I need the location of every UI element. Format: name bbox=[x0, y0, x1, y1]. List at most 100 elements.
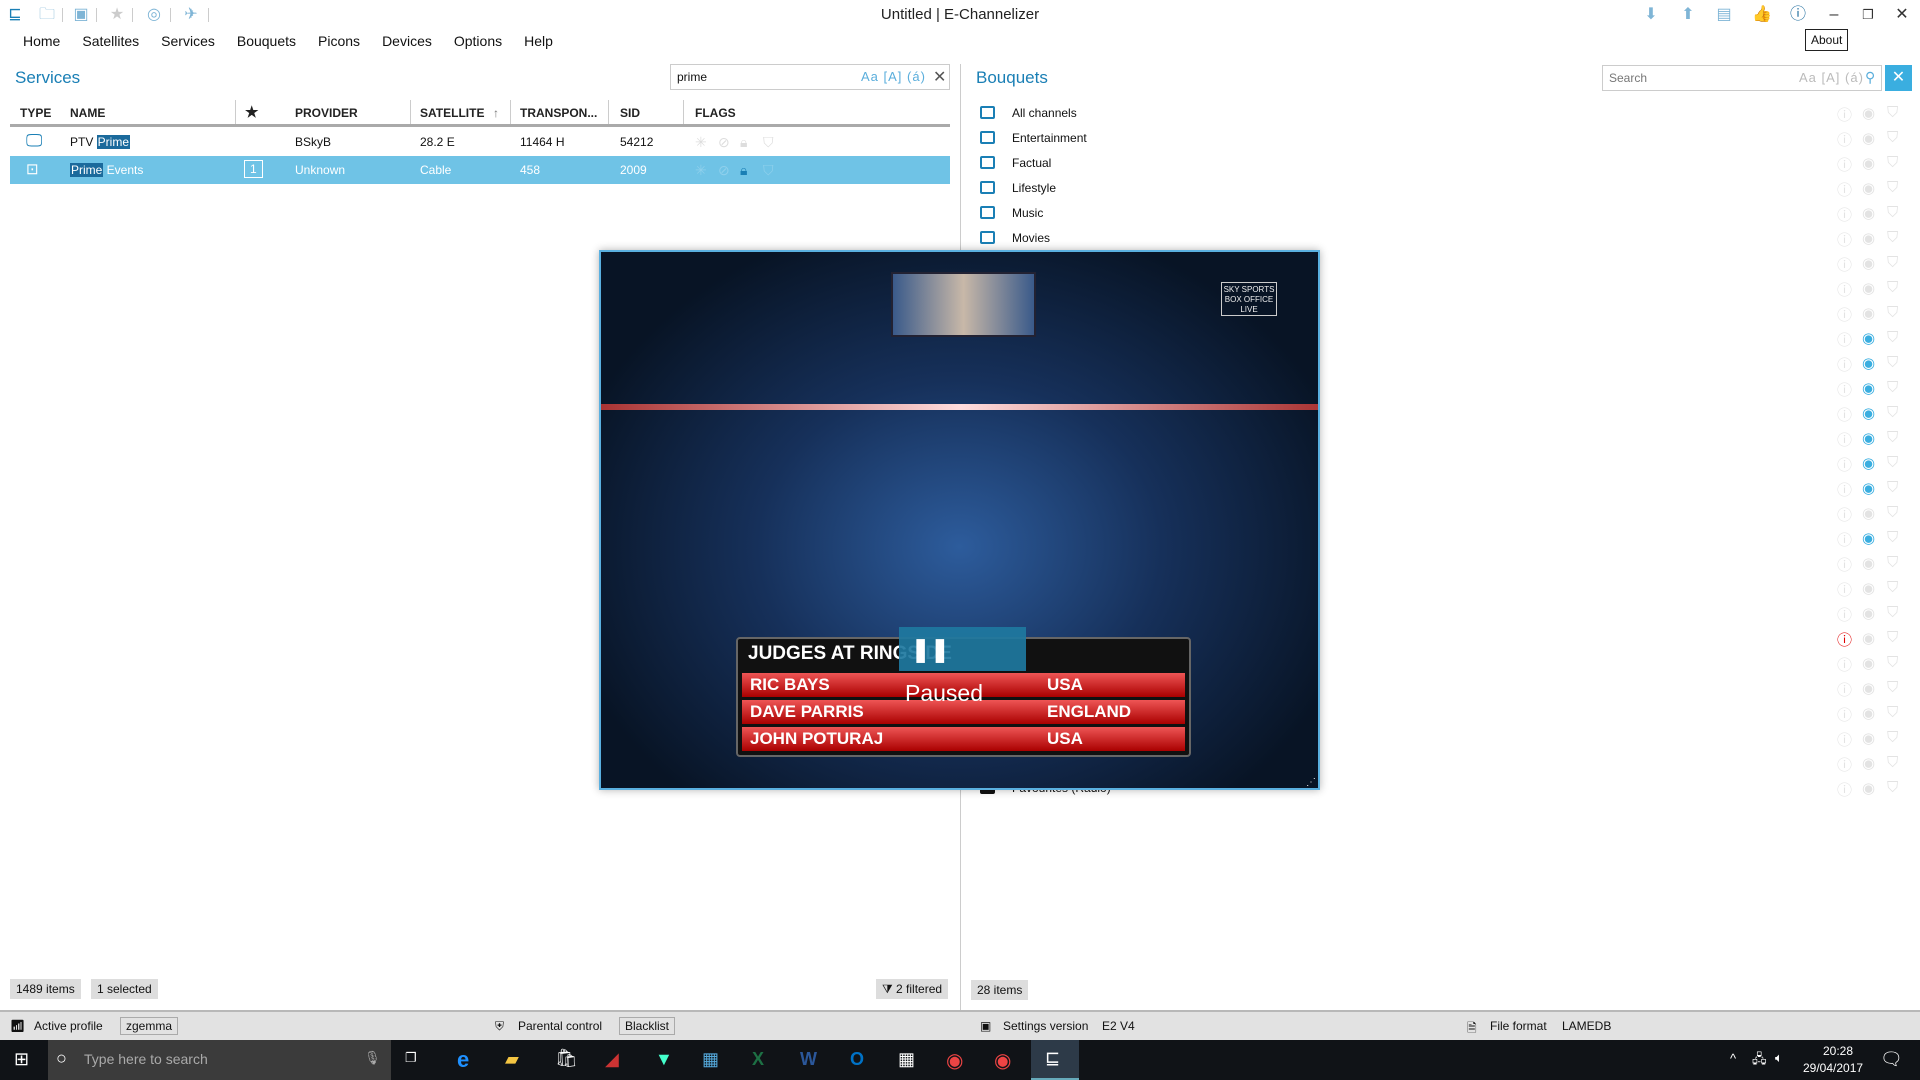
shield-icon[interactable]: ⛉ bbox=[1887, 204, 1898, 221]
paused-indicator[interactable]: ❚❚ Paused bbox=[899, 627, 1026, 706]
warning-icon[interactable]: ⓘ bbox=[1837, 629, 1852, 650]
shield-icon[interactable]: ⛉ bbox=[1887, 679, 1898, 696]
network-icon[interactable]: 🖧︎ bbox=[1752, 1050, 1767, 1072]
bouquet-item[interactable]: Lifestyle ⓘ ◉ ⛉ bbox=[980, 176, 1900, 201]
warning-icon[interactable]: ⓘ bbox=[1837, 679, 1852, 700]
shield-icon[interactable]: ⛉ bbox=[1887, 504, 1898, 521]
warning-icon[interactable]: ⓘ bbox=[1837, 204, 1852, 225]
warning-icon[interactable]: ⓘ bbox=[1837, 379, 1852, 400]
close-button[interactable]: ✕ bbox=[1893, 6, 1911, 24]
chevron-up-icon[interactable]: ^ bbox=[1730, 1051, 1736, 1066]
app-icon[interactable]: ▦ bbox=[702, 1049, 719, 1070]
col-transponder[interactable]: TRANSPON... bbox=[520, 106, 597, 120]
hidden-eye-icon[interactable]: ◉ bbox=[1862, 279, 1875, 297]
hidden-eye-icon[interactable]: ◉ bbox=[1862, 379, 1875, 397]
hidden-eye-icon[interactable]: ◉ bbox=[1862, 629, 1875, 647]
col-flags[interactable]: FLAGS bbox=[695, 106, 736, 120]
hidden-eye-icon[interactable]: ◉ bbox=[1862, 529, 1875, 547]
hidden-eye-icon[interactable]: ◉ bbox=[1862, 204, 1875, 222]
parental-control-value[interactable]: Blacklist bbox=[619, 1017, 676, 1035]
shield-icon[interactable]: ⛉ bbox=[1887, 729, 1898, 746]
task-view-icon[interactable]: ❐ bbox=[405, 1050, 417, 1066]
shield-icon[interactable]: ⛉ bbox=[1887, 454, 1898, 471]
hidden-eye-icon[interactable]: ◉ bbox=[1862, 579, 1875, 597]
hidden-eye-icon[interactable]: ◉ bbox=[1862, 654, 1875, 672]
shield-icon[interactable]: ⛉ bbox=[1887, 704, 1898, 721]
layout-icon[interactable]: ▤ bbox=[1715, 6, 1733, 24]
menu-devices[interactable]: Devices bbox=[371, 33, 443, 49]
word-icon[interactable]: W bbox=[800, 1049, 817, 1070]
shield-icon[interactable]: ⛉ bbox=[1887, 404, 1898, 421]
search-options[interactable]: Aa [A] (á) bbox=[1799, 70, 1864, 85]
shield-icon[interactable]: ⛉ bbox=[1887, 654, 1898, 671]
hidden-eye-icon[interactable]: ◉ bbox=[1862, 754, 1875, 772]
outlook-icon[interactable]: O bbox=[850, 1049, 864, 1070]
warning-icon[interactable]: ⓘ bbox=[1837, 554, 1852, 575]
warning-icon[interactable]: ⓘ bbox=[1837, 179, 1852, 200]
clear-bouquet-search-button[interactable]: ✕ bbox=[1885, 65, 1912, 91]
taskbar-search[interactable]: ○ Type here to search 🎙︎ bbox=[48, 1040, 391, 1080]
hidden-eye-icon[interactable]: ◉ bbox=[1862, 554, 1875, 572]
shield-icon[interactable]: ⛉ bbox=[1887, 179, 1898, 196]
shield-icon[interactable]: ⛉ bbox=[1887, 354, 1898, 371]
menu-bouquets[interactable]: Bouquets bbox=[226, 33, 307, 49]
col-sid[interactable]: SID bbox=[620, 106, 640, 120]
table-row[interactable]: 🖵 PTV Prime BSkyB 28.2 E 11464 H 54212 ✳… bbox=[10, 128, 950, 156]
minimize-button[interactable]: – bbox=[1825, 6, 1843, 24]
hidden-eye-icon[interactable]: ◉ bbox=[1862, 354, 1875, 372]
info-icon[interactable]: ⓘ bbox=[1789, 6, 1807, 24]
warning-icon[interactable]: ⓘ bbox=[1837, 529, 1852, 550]
hidden-eye-icon[interactable]: ◉ bbox=[1862, 179, 1875, 197]
bouquet-item[interactable]: Music ⓘ ◉ ⛉ bbox=[980, 201, 1900, 226]
menu-help[interactable]: Help bbox=[513, 33, 564, 49]
shield-icon[interactable]: ⛉ bbox=[1887, 779, 1898, 796]
warning-icon[interactable]: ⓘ bbox=[1837, 754, 1852, 775]
shield-icon[interactable]: ⛉ bbox=[1887, 754, 1898, 771]
shield-icon[interactable]: ⛉ bbox=[1887, 279, 1898, 296]
calculator-icon[interactable]: ▦ bbox=[898, 1049, 915, 1070]
warning-icon[interactable]: ⓘ bbox=[1837, 404, 1852, 425]
warning-icon[interactable]: ⓘ bbox=[1837, 304, 1852, 325]
shield-icon[interactable]: ⛉ bbox=[1887, 329, 1898, 346]
echannelizer-taskbar-button[interactable]: ⊑ bbox=[1031, 1040, 1079, 1080]
warning-icon[interactable]: ⓘ bbox=[1837, 129, 1852, 150]
video-player[interactable]: SKY SPORTS BOX OFFICE LIVE JUDGES AT RIN… bbox=[599, 250, 1320, 790]
shield-icon[interactable]: ⛉ bbox=[1887, 579, 1898, 596]
volume-icon[interactable]: 🔈︎ bbox=[1775, 1050, 1783, 1066]
windows-start-icon[interactable]: ⊞ bbox=[14, 1049, 29, 1070]
warning-icon[interactable]: ⓘ bbox=[1837, 654, 1852, 675]
hidden-eye-icon[interactable]: ◉ bbox=[1862, 429, 1875, 447]
hidden-eye-icon[interactable]: ◉ bbox=[1862, 704, 1875, 722]
bouquet-item[interactable]: Movies ⓘ ◉ ⛉ bbox=[980, 226, 1900, 251]
shield-icon[interactable]: ⛉ bbox=[1887, 629, 1898, 646]
shield-icon[interactable]: ⛉ bbox=[1887, 479, 1898, 496]
hidden-eye-icon[interactable]: ◉ bbox=[1862, 304, 1875, 322]
warning-icon[interactable]: ⓘ bbox=[1837, 454, 1852, 475]
bouquet-item[interactable]: Factual ⓘ ◉ ⛉ bbox=[980, 151, 1900, 176]
shield-icon[interactable]: ⛉ bbox=[1887, 104, 1898, 121]
warning-icon[interactable]: ⓘ bbox=[1837, 104, 1852, 125]
bouquets-search-input[interactable]: Search Aa [A] (á) ⚲ bbox=[1602, 65, 1882, 91]
warning-icon[interactable]: ⓘ bbox=[1837, 429, 1852, 450]
hidden-eye-icon[interactable]: ◉ bbox=[1862, 504, 1875, 522]
clock-time[interactable]: 20:28 bbox=[1808, 1044, 1868, 1058]
col-provider[interactable]: PROVIDER bbox=[295, 106, 358, 120]
hidden-eye-icon[interactable]: ◉ bbox=[1862, 129, 1875, 147]
shield-icon[interactable]: ⛉ bbox=[1887, 304, 1898, 321]
filtered-badge[interactable]: ⧩ 2 filtered bbox=[876, 979, 949, 999]
resize-grip-icon[interactable]: ⋰ bbox=[1306, 777, 1316, 788]
clear-search-icon[interactable]: ✕ bbox=[933, 67, 946, 87]
hidden-eye-icon[interactable]: ◉ bbox=[1862, 454, 1875, 472]
chrome-icon[interactable]: ◉ bbox=[946, 1048, 963, 1073]
col-name[interactable]: NAME bbox=[70, 106, 105, 120]
hidden-eye-icon[interactable]: ◉ bbox=[1862, 254, 1875, 272]
shield-icon[interactable]: ⛉ bbox=[1887, 604, 1898, 621]
shield-icon[interactable]: ⛉ bbox=[1887, 429, 1898, 446]
hidden-eye-icon[interactable]: ◉ bbox=[1862, 404, 1875, 422]
warning-icon[interactable]: ⓘ bbox=[1837, 329, 1852, 350]
hidden-eye-icon[interactable]: ◉ bbox=[1862, 479, 1875, 497]
table-row-selected[interactable]: ⊡ Prime Events 1 Unknown Cable 458 2009 … bbox=[10, 156, 950, 184]
hidden-eye-icon[interactable]: ◉ bbox=[1862, 104, 1875, 122]
restore-button[interactable]: ❐ bbox=[1859, 6, 1877, 24]
warning-icon[interactable]: ⓘ bbox=[1837, 604, 1852, 625]
